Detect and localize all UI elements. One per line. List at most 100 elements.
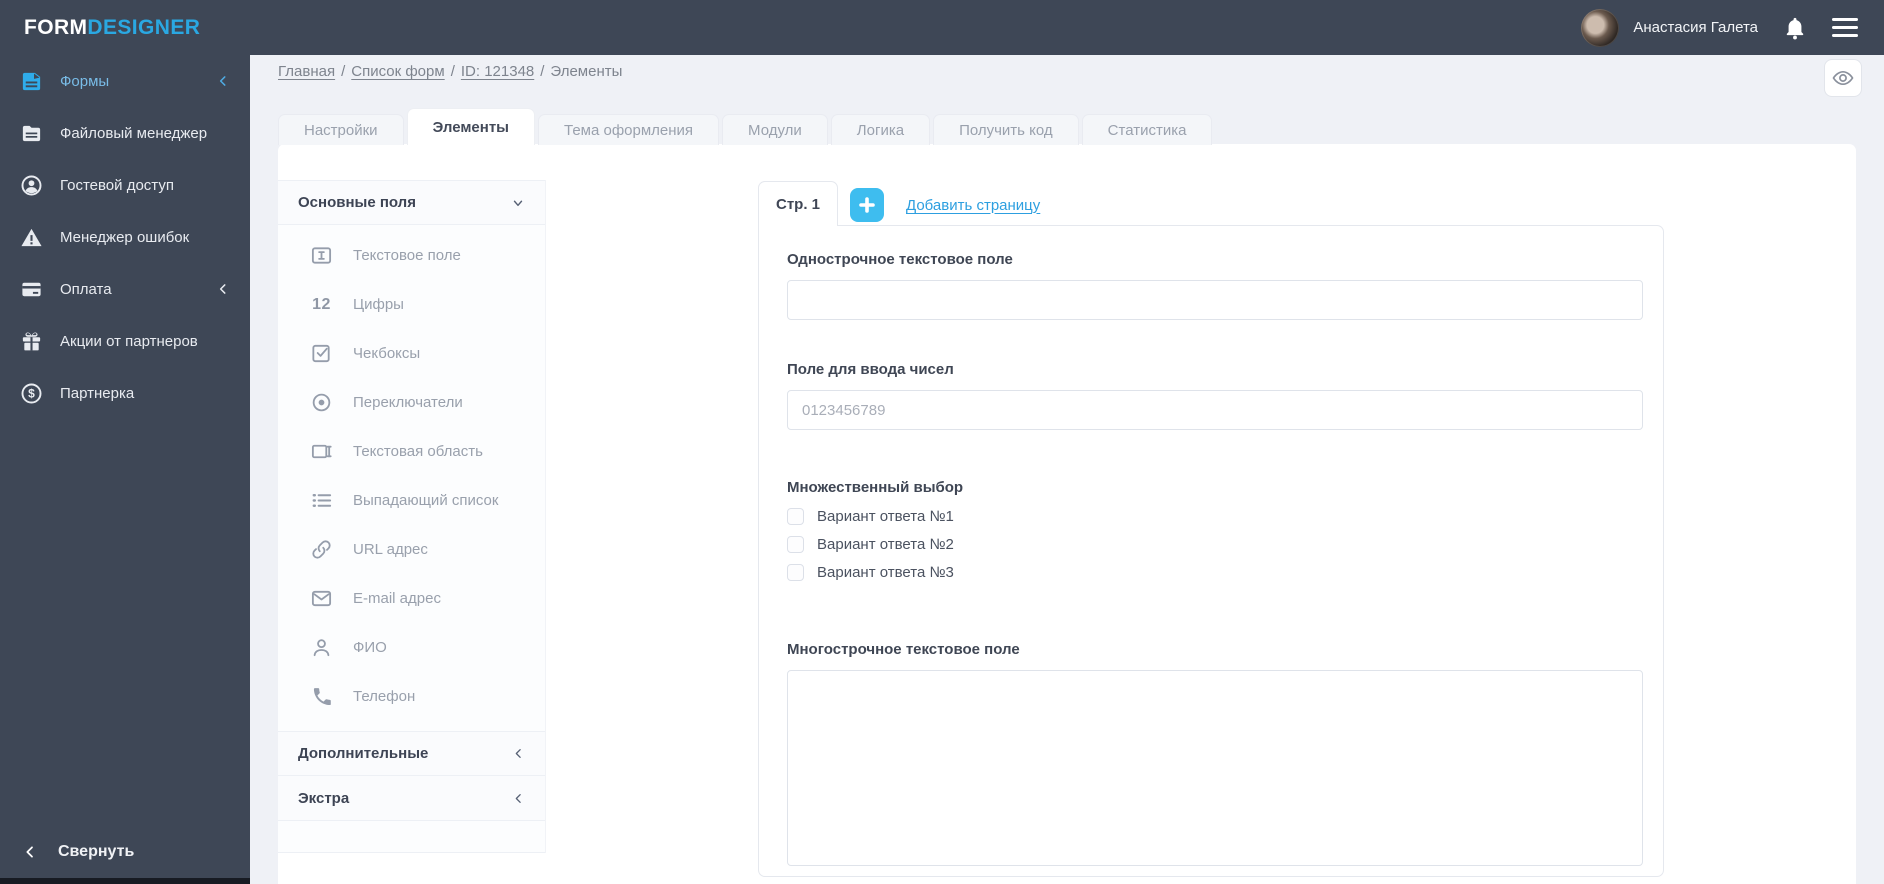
form-tabs: Настройки Элементы Тема оформления Модул… <box>278 108 1213 145</box>
user-name: Анастасия Галета <box>1633 19 1758 36</box>
sidebar-item-label: Формы <box>60 72 110 90</box>
element-item-email[interactable]: E-mail адрес <box>278 574 545 623</box>
tab-modules[interactable]: Модули <box>722 114 828 145</box>
sidebar-item-forms[interactable]: Формы <box>0 55 250 107</box>
field-label-numbers: Поле для ввода чисел <box>787 361 954 378</box>
section-additional[interactable]: Дополнительные <box>278 731 545 776</box>
page-tab-1[interactable]: Стр. 1 <box>758 181 838 226</box>
person-icon <box>310 636 333 659</box>
sidebar-collapse-button[interactable]: Свернуть <box>0 830 250 874</box>
forms-icon <box>20 70 43 93</box>
hamburger-icon <box>1832 18 1858 37</box>
bell-icon <box>1784 16 1806 40</box>
chevron-left-icon <box>512 747 525 760</box>
phone-icon <box>310 685 333 708</box>
sidebar-item-file-manager[interactable]: Файловый менеджер <box>0 107 250 159</box>
chevron-left-icon <box>216 74 230 88</box>
checkbox-icon[interactable] <box>787 564 804 581</box>
checkbox-icon[interactable] <box>787 508 804 525</box>
notifications-button[interactable] <box>1784 16 1806 40</box>
gift-icon <box>20 330 43 353</box>
checkbox-icon <box>310 342 333 365</box>
sidebar-item-payment[interactable]: Оплата <box>0 263 250 315</box>
logo-part-designer: DESIGNER <box>87 15 201 39</box>
app-root: FORMDESIGNER Анастасия Галета Формы Файл… <box>0 0 1884 884</box>
payment-icon <box>20 278 43 301</box>
file-manager-icon <box>20 122 43 145</box>
tab-elements[interactable]: Элементы <box>406 108 535 145</box>
link-icon <box>310 538 333 561</box>
guest-access-icon <box>20 174 43 197</box>
tab-theme[interactable]: Тема оформления <box>538 114 720 145</box>
chevron-left-icon <box>22 844 38 860</box>
element-item-checkboxes[interactable]: Чекбоксы <box>278 329 545 378</box>
chevron-left-icon <box>512 792 525 805</box>
tab-logic[interactable]: Логика <box>830 114 931 145</box>
app-logo[interactable]: FORMDESIGNER <box>24 16 200 40</box>
error-manager-icon <box>20 226 43 249</box>
section-extra[interactable]: Экстра <box>278 776 545 821</box>
breadcrumb-current: Элементы <box>550 63 623 80</box>
sidebar-item-label: Акции от партнеров <box>60 332 198 350</box>
breadcrumb-link-form-list[interactable]: Список форм <box>351 63 444 80</box>
element-item-full-name[interactable]: ФИО <box>278 623 545 672</box>
section-basic-fields[interactable]: Основные поля <box>278 180 545 225</box>
element-item-url[interactable]: URL адрес <box>278 525 545 574</box>
element-item-numbers[interactable]: 12 Цифры <box>278 280 545 329</box>
add-page: Добавить страницу <box>850 188 1040 222</box>
element-item-radios[interactable]: Переключатели <box>278 378 545 427</box>
elements-tab-card: Основные поля Текстовое поле 12 Цифры Че… <box>278 144 1856 884</box>
tab-get-code[interactable]: Получить код <box>933 114 1079 145</box>
number-input[interactable] <box>787 390 1643 430</box>
field-label-multi-line: Многострочное текстовое поле <box>787 641 1020 658</box>
elements-panel: Основные поля Текстовое поле 12 Цифры Че… <box>278 180 546 853</box>
avatar[interactable] <box>1581 8 1620 47</box>
section-title: Основные поля <box>298 194 416 211</box>
checkbox-option-1[interactable]: Вариант ответа №1 <box>787 505 1643 528</box>
section-title: Дополнительные <box>298 745 429 762</box>
element-item-phone[interactable]: Телефон <box>278 672 545 721</box>
checkbox-icon[interactable] <box>787 536 804 553</box>
element-item-dropdown[interactable]: Выпадающий список <box>278 476 545 525</box>
preview-form-button[interactable] <box>1824 59 1862 97</box>
checkbox-option-3[interactable]: Вариант ответа №3 <box>787 561 1643 584</box>
chevron-left-icon <box>216 282 230 296</box>
textarea-icon <box>310 440 333 463</box>
topbar: FORMDESIGNER Анастасия Галета <box>0 0 1884 55</box>
sidebar-item-guest-access[interactable]: Гостевой доступ <box>0 159 250 211</box>
main-content: Главная / Список форм / ID: 121348/Элементы … <box>250 55 1884 884</box>
dropdown-list-icon <box>310 489 333 512</box>
breadcrumb-link-home[interactable]: Главная <box>278 63 335 80</box>
sidebar-item-error-manager[interactable]: Менеджер ошибок <box>0 211 250 263</box>
field-label-multiple-choice: Множественный выбор <box>787 479 964 496</box>
single-line-text-input[interactable] <box>787 280 1643 320</box>
checkbox-option-2[interactable]: Вариант ответа №2 <box>787 533 1643 556</box>
tab-statistics[interactable]: Статистика <box>1081 114 1213 145</box>
add-page-button[interactable] <box>850 188 884 222</box>
topbar-right: Анастасия Галета <box>1581 8 1858 47</box>
sidebar-item-label: Оплата <box>60 280 112 298</box>
element-item-textarea[interactable]: Текстовая область <box>278 427 545 476</box>
element-item-text-field[interactable]: Текстовое поле <box>278 231 545 280</box>
section-title: Экстра <box>298 789 350 807</box>
main-menu-button[interactable] <box>1832 18 1858 37</box>
user-menu[interactable]: Анастасия Галета <box>1581 8 1758 47</box>
svg-text:$: $ <box>28 386 35 400</box>
breadcrumb-link-form-id[interactable]: ID: 121348 <box>461 63 534 80</box>
sidebar-bottom-strip <box>0 878 250 884</box>
form-preview-panel: Однострочное текстовое поле Поле для вво… <box>758 225 1664 877</box>
basic-fields-list: Текстовое поле 12 Цифры Чекбоксы Переклю… <box>278 225 545 731</box>
logo-part-form: FORM <box>24 15 88 39</box>
plus-icon <box>859 197 875 213</box>
chevron-down-icon <box>511 196 525 210</box>
sidebar-item-affiliate[interactable]: $ Партнерка <box>0 367 250 419</box>
radio-icon <box>310 391 333 414</box>
tab-settings[interactable]: Настройки <box>278 114 404 145</box>
sidebar-item-partner-promos[interactable]: Акции от партнеров <box>0 315 250 367</box>
envelope-icon <box>310 587 333 610</box>
multi-line-text-input[interactable] <box>787 670 1643 866</box>
sidebar-item-label: Файловый менеджер <box>60 124 208 142</box>
collapse-label: Свернуть <box>58 843 135 860</box>
add-page-link[interactable]: Добавить страницу <box>906 197 1040 214</box>
field-label-single-line: Однострочное текстовое поле <box>787 251 1013 268</box>
